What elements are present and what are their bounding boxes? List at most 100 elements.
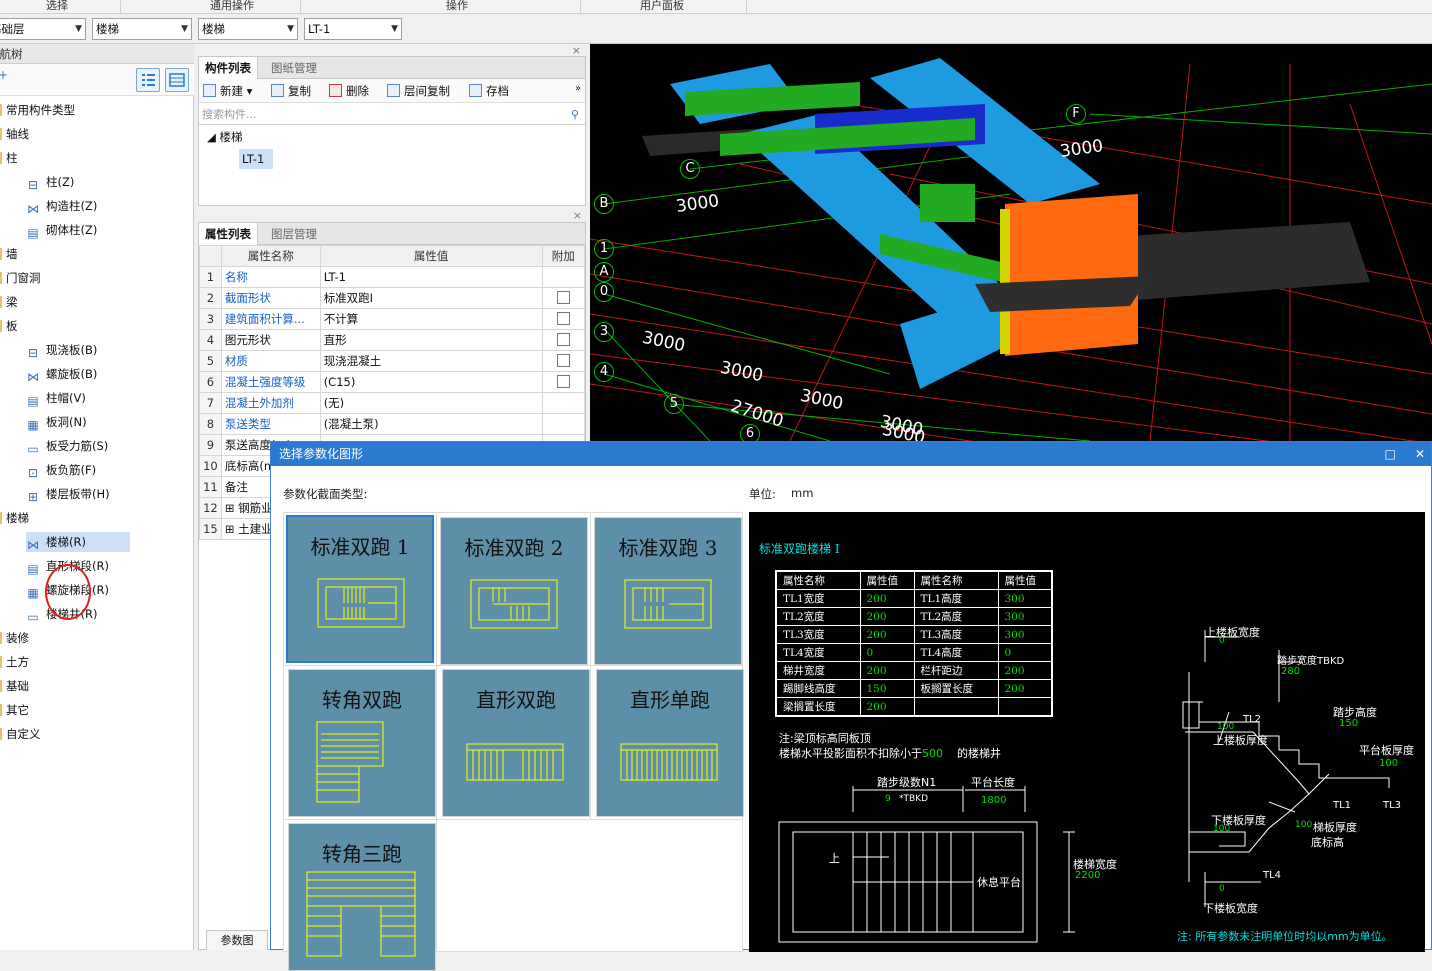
category-select[interactable]: 楼梯 ▼ (92, 18, 192, 40)
maximize-icon[interactable]: □ (1385, 447, 1396, 461)
extra-checkbox[interactable] (556, 291, 570, 304)
shape-std-double-1[interactable]: 标准双跑 1 (286, 515, 434, 663)
close-icon[interactable]: ✕ (1415, 447, 1425, 461)
chevron-down-icon: ▼ (181, 24, 188, 34)
nav-item[interactable]: 梁 (0, 292, 18, 312)
tab-component-list[interactable]: 构件列表 (199, 57, 258, 79)
shape-straight-double[interactable]: 直形双跑 (442, 669, 590, 817)
nav-item[interactable]: ⋈ 螺旋板(B) (26, 364, 97, 384)
close-icon[interactable]: × (573, 209, 582, 222)
tab-property-list[interactable]: 属性列表 (199, 223, 258, 245)
nav-item[interactable]: 装修 (0, 628, 29, 648)
shape-std-double-3[interactable]: 标准双跑 3 (594, 517, 742, 665)
floor-copy-button[interactable]: 层间复制 (387, 83, 450, 99)
component-icon: ▭ (27, 442, 39, 456)
tree-item-lt1[interactable]: LT-1 (239, 149, 273, 169)
archive-button[interactable]: 存档 (469, 83, 509, 99)
expand-icon[interactable]: ⊞ (225, 501, 238, 515)
viewport-3d[interactable]: F C B 1 A 0 3 4 5 6 3000 3000 3000 3000 3000 3000 27000 3… (590, 44, 1432, 441)
shape-corner-double[interactable]: 转角双跑 (288, 669, 436, 817)
copy-button[interactable]: 复制 (271, 83, 311, 99)
expand-icon[interactable]: ⊞ (225, 522, 238, 536)
nav-item-label: 墙 (6, 247, 18, 261)
ribbon-group-common[interactable]: 通用操作 (210, 0, 254, 13)
nav-item[interactable]: 柱 (0, 148, 18, 168)
nav-item[interactable]: ⊟ 柱(Z) (26, 172, 74, 192)
lower-thick-value: 100 (1213, 824, 1231, 834)
nav-item[interactable]: ▤ 砌体柱(Z) (26, 220, 97, 240)
nav-item-label: 砌体柱(Z) (46, 223, 98, 237)
search-placeholder: 搜索构件... (202, 108, 257, 121)
nav-item[interactable]: 门窗洞 (0, 268, 41, 288)
more-icon[interactable]: » (575, 83, 581, 94)
property-value[interactable]: LT-1 (319, 266, 543, 288)
shape-straight-single[interactable]: 直形单跑 (596, 669, 744, 817)
grid-view-button[interactable] (165, 68, 189, 92)
property-value[interactable]: 不计算 (319, 308, 543, 330)
tab-layer-manage[interactable]: 图层管理 (265, 223, 323, 245)
nav-item-label: 柱(Z) (46, 175, 75, 189)
nav-item[interactable]: 自定义 (0, 724, 41, 744)
nav-item[interactable]: 墙 (0, 244, 18, 264)
extra-checkbox[interactable] (556, 375, 570, 388)
component-icon: ⋈ (27, 202, 39, 216)
property-row[interactable]: 8 泵送类型 (混凝土泵) (199, 413, 585, 435)
nav-item[interactable]: 土方 (0, 652, 29, 672)
nav-item[interactable]: ⋈ 楼梯(R) (26, 532, 130, 552)
property-value[interactable]: (C15) (319, 371, 543, 393)
add-icon[interactable]: + (0, 68, 8, 82)
folder-icon (0, 680, 2, 692)
nav-item[interactable]: ▦ 板洞(N) (26, 412, 86, 432)
nav-item[interactable]: ▭ 板受力筋(S) (26, 436, 108, 456)
nav-item[interactable]: 其它 (0, 700, 29, 720)
nav-item-label: 楼梯 (6, 511, 29, 525)
ribbon-group-user[interactable]: 用户面板 (640, 0, 684, 13)
property-row[interactable]: 3 建筑面积计算... 不计算 (199, 308, 585, 330)
axis-label: 5 (664, 394, 684, 414)
nav-item[interactable]: 常用构件类型 (0, 100, 75, 120)
list-view-button[interactable] (136, 68, 160, 92)
nav-item[interactable]: ⊞ 楼层板带(H) (26, 484, 110, 504)
beam-green (920, 184, 975, 222)
nav-item[interactable]: ⊡ 板负筋(F) (26, 460, 96, 480)
nav-item[interactable]: ⋈ 构造柱(Z) (26, 196, 97, 216)
component-select[interactable]: LT-1 ▼ (304, 18, 402, 40)
close-icon[interactable]: × (572, 44, 581, 57)
type-select[interactable]: 楼梯 ▼ (198, 18, 298, 40)
property-row[interactable]: 5 材质 现浇混凝土 (199, 350, 585, 372)
property-value[interactable]: (无) (319, 392, 543, 414)
nav-item[interactable]: ⊟ 现浇板(B) (26, 340, 97, 360)
tree-root-stairs[interactable]: ◢ 楼梯 (207, 129, 243, 145)
extra-checkbox[interactable] (556, 333, 570, 346)
tab-drawing-manage[interactable]: 图纸管理 (265, 57, 323, 79)
property-name-text: 图元形状 (224, 333, 271, 347)
property-value[interactable]: 现浇混凝土 (319, 350, 543, 372)
shape-label: 直形双跑 (476, 688, 556, 712)
component-search-input[interactable]: 搜索构件... ⚲ (199, 105, 585, 125)
property-row[interactable]: 7 混凝土外加剂 (无) (199, 392, 585, 414)
new-button[interactable]: 新建 ▾ (203, 83, 252, 99)
nav-item[interactable]: 楼梯 (0, 508, 29, 528)
param-diagram-tab[interactable]: 参数图 (206, 930, 268, 950)
shape-corner-triple[interactable]: 转角三跑 (288, 823, 436, 971)
nav-item[interactable]: ▤ 柱帽(V) (26, 388, 86, 408)
property-row[interactable]: 6 混凝土强度等级 (C15) (199, 371, 585, 393)
property-name-text: 建筑面积计算... (224, 312, 305, 326)
property-value[interactable]: (混凝土泵) (319, 413, 543, 435)
shape-std-double-2[interactable]: 标准双跑 2 (440, 517, 588, 665)
property-value[interactable]: 标准双跑I (319, 287, 543, 309)
property-row[interactable]: 2 截面形状 标准双跑I (199, 287, 585, 309)
search-icon[interactable]: ⚲ (571, 105, 579, 125)
ribbon-group-select[interactable]: 选择 (46, 0, 68, 13)
nav-item[interactable]: 轴线 (0, 124, 29, 144)
property-row[interactable]: 4 图元形状 直形 (199, 329, 585, 351)
extra-checkbox[interactable] (556, 354, 570, 367)
nav-item[interactable]: 基础 (0, 676, 29, 696)
extra-checkbox[interactable] (556, 312, 570, 325)
ribbon-group-operate[interactable]: 操作 (446, 0, 468, 13)
property-row[interactable]: 1 名称 LT-1 (199, 266, 585, 288)
nav-item[interactable]: 板 (0, 316, 18, 336)
floor-select[interactable]: 基础层 ▼ (0, 18, 86, 40)
property-value[interactable]: 直形 (319, 329, 543, 351)
delete-button[interactable]: 删除 (329, 83, 369, 99)
